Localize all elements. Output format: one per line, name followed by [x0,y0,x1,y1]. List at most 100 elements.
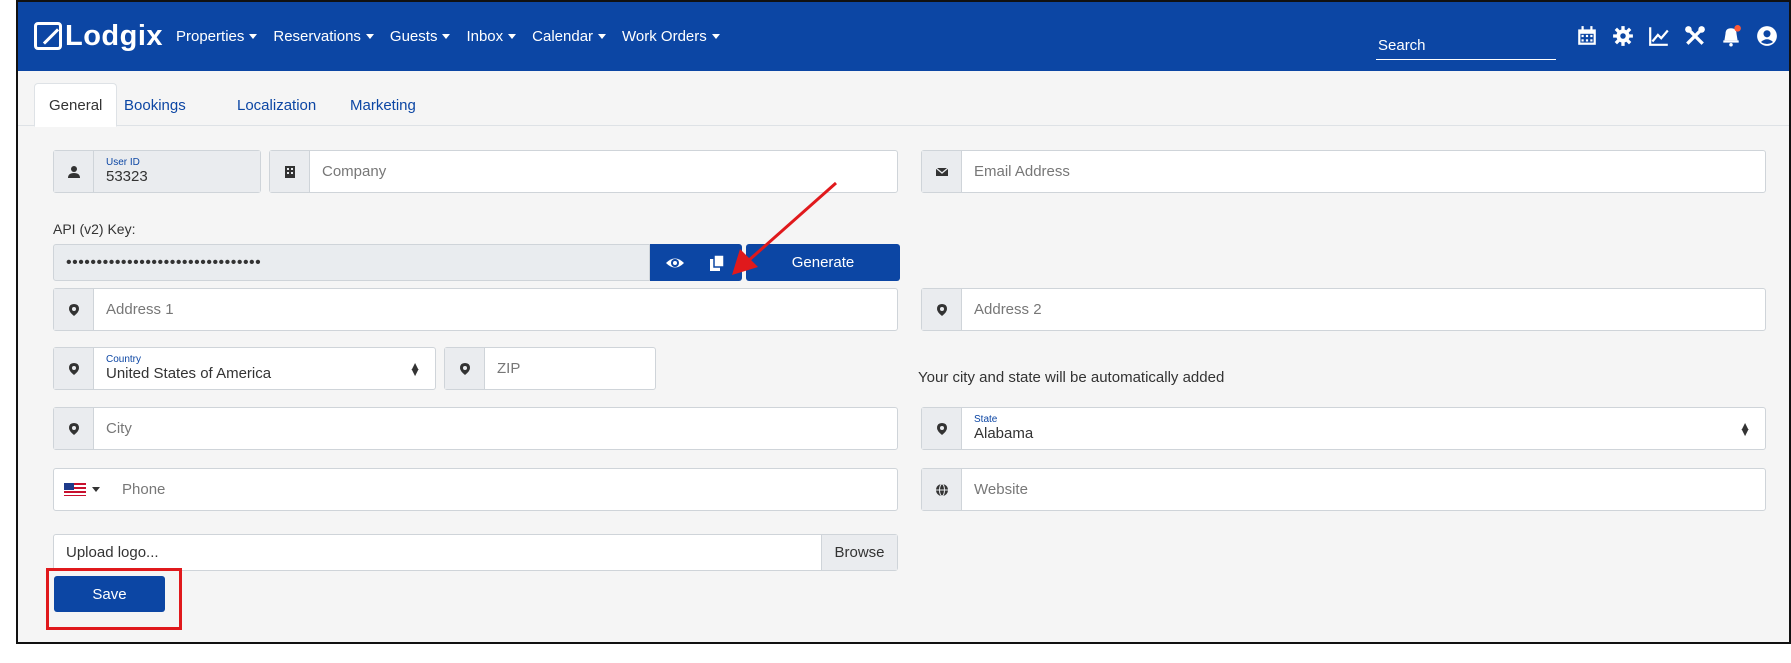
general-form: User ID 53323 API (v2) Key: ••••••• [18,127,1789,642]
map-marker-addon [54,289,94,330]
tab-marketing[interactable]: Marketing [336,83,430,127]
state-value-box: State Alabama [962,408,1765,449]
eye-icon[interactable] [665,253,685,273]
map-marker-addon [445,348,485,389]
user-icon[interactable] [1756,25,1778,47]
phone-input[interactable] [122,481,885,498]
building-icon [284,165,295,178]
country-label: Country [106,354,142,365]
map-marker-icon [936,422,947,435]
caret-down-icon [442,34,451,39]
user-id-label: User ID [106,157,140,168]
save-highlight: Save [46,568,182,630]
zip-input-wrap [485,348,655,389]
person-icon [67,165,80,178]
menu-label: Guests [389,28,438,45]
address2-input[interactable] [974,301,1753,318]
map-marker-addon [922,289,962,330]
caret-down-icon [711,34,720,39]
menu-calendar[interactable]: Calendar [524,28,614,45]
browse-button[interactable]: Browse [821,535,897,570]
zip-field [444,347,656,390]
envelope-icon [935,167,948,176]
map-marker-icon [459,362,470,375]
tab-general[interactable]: General [34,83,118,127]
api-key-actions [650,244,742,281]
website-input-wrap [962,469,1765,510]
address2-input-wrap [962,289,1765,330]
search-input[interactable] [1376,32,1556,60]
company-field [269,150,898,193]
state-label: State [974,414,998,425]
email-input-wrap [962,151,1765,192]
brand-logo[interactable]: Lodgix [34,18,163,54]
map-marker-addon [54,348,94,389]
upload-filename: Upload logo... [66,544,159,561]
company-input-wrap [310,151,897,192]
map-marker-icon [68,362,79,375]
company-input[interactable] [322,163,885,180]
country-value: United States of America [106,365,272,382]
phone-field [53,468,898,511]
menu-reservations[interactable]: Reservations [265,28,382,45]
address1-input[interactable] [106,301,885,318]
envelope-icon-addon [922,151,962,192]
app-frame: Lodgix Properties Reservations Guests In… [16,0,1791,644]
brand-name: Lodgix [65,19,164,52]
address1-field [53,288,898,331]
country-code-dropdown[interactable] [54,469,110,510]
chart-icon[interactable] [1648,25,1670,47]
user-id-value-box: User ID 53323 [94,151,260,192]
menu-guests[interactable]: Guests [382,28,459,45]
gear-icon[interactable] [1612,25,1634,47]
menu-work-orders[interactable]: Work Orders [614,28,728,45]
caret-down-icon [92,487,100,492]
save-button[interactable]: Save [54,576,165,612]
menu-inbox[interactable]: Inbox [458,28,524,45]
caret-down-icon [365,34,374,39]
city-state-hint: Your city and state will be automaticall… [918,369,1225,386]
building-icon-addon [270,151,310,192]
tools-icon[interactable] [1684,25,1706,47]
menu-label: Inbox [466,28,504,45]
menu-label: Properties [176,28,245,45]
zip-input[interactable] [497,360,643,377]
bell-icon[interactable] [1720,25,1742,47]
website-field [921,468,1766,511]
country-select[interactable]: Country United States of America ▲ ▼ [53,347,436,390]
tab-localization[interactable]: Localization [223,83,330,127]
us-flag-icon [64,483,86,496]
top-navbar: Lodgix Properties Reservations Guests In… [18,2,1789,71]
tab-bookings[interactable]: Bookings [110,83,200,127]
state-select[interactable]: State Alabama ▲ ▼ [921,407,1766,450]
caret-down-icon [249,34,258,39]
menu-label: Work Orders [622,28,707,45]
phone-input-wrap [110,469,897,510]
country-value-box: Country United States of America [94,348,435,389]
address2-field [921,288,1766,331]
caret-down-icon [598,34,607,39]
api-key-row: •••••••••••••••••••••••••••••••• Generat… [53,244,900,281]
city-field [53,407,898,450]
menu-properties[interactable]: Properties [168,28,265,45]
map-marker-addon [54,408,94,449]
website-input[interactable] [974,481,1753,498]
address1-input-wrap [94,289,897,330]
state-value: Alabama [974,425,1034,442]
city-input[interactable] [106,420,885,437]
menu-label: Calendar [532,28,594,45]
logo-upload[interactable]: Upload logo... Browse [53,534,898,571]
main-menu: Properties Reservations Guests Inbox Cal… [168,2,728,71]
generate-button[interactable]: Generate [746,244,900,281]
email-input[interactable] [974,163,1753,180]
copy-icon[interactable] [707,253,727,273]
api-key-masked: •••••••••••••••••••••••••••••••• [53,244,650,281]
user-icon-addon [54,151,94,192]
logo-mark-icon [34,22,62,50]
settings-tabs: General Bookings Localization Marketing [18,71,1789,127]
map-marker-icon [936,303,947,316]
globe-icon [935,483,948,496]
user-id-value: 53323 [106,168,148,185]
map-marker-addon [922,408,962,449]
calendar-icon[interactable] [1576,25,1598,47]
